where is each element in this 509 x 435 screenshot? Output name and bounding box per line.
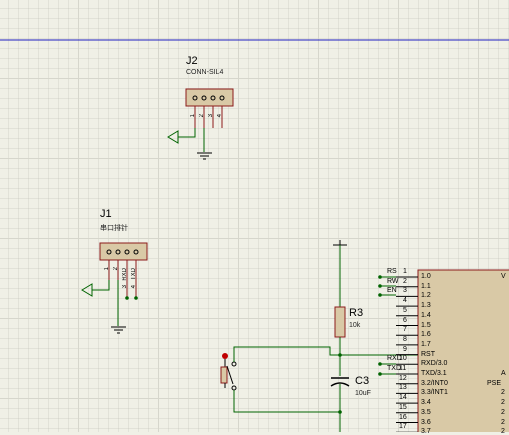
j1-pin-2-number: 2: [113, 267, 119, 271]
mcu-pin-5-number: 5: [403, 306, 407, 314]
mcu-right-pin-fragment: 2: [501, 418, 505, 426]
mcu-pin-15-name: 3.5: [421, 408, 431, 416]
mcu-pin-2-name: 1.1: [421, 282, 431, 290]
j2-pin-2-number: 2: [199, 114, 205, 118]
mcu-pin-14-number: 14: [399, 394, 407, 402]
mcu-pin-4-name: 1.3: [421, 302, 431, 310]
mcu-pin-5-name: 1.4: [421, 311, 431, 319]
mcu-pin-6-number: 6: [403, 316, 407, 324]
j2-value: CONN-SIL4: [186, 69, 224, 76]
r3-refdes: R3: [349, 307, 364, 319]
mcu-pin-14-name: 3.4: [421, 399, 431, 407]
net-label-rw[interactable]: RW: [387, 278, 399, 285]
mcu-pin-11-name: TXD/3.1: [421, 370, 447, 377]
mcu-right-pin-fragment: A: [501, 370, 506, 377]
mcu-pin-7-name: 1.6: [421, 331, 431, 339]
mcu-pin-12-number: 12: [399, 374, 407, 382]
j2-pin-4-number: 4: [217, 114, 223, 118]
mcu-pin-12-name: 3.2/INT0: [421, 379, 448, 387]
j1-pin-1-number: 1: [104, 267, 110, 271]
mcu-pin-1-number: 1: [403, 268, 407, 275]
mcu-pin-16-number: 16: [399, 413, 407, 421]
mcu-pin-8-number: 8: [403, 335, 407, 343]
j2-terminal-arrow-icon[interactable]: [167, 130, 179, 144]
j2-pin-1-number: 1: [190, 114, 196, 118]
net-label-txd[interactable]: TXD: [387, 365, 401, 372]
j2-refdes: J2: [186, 55, 198, 67]
mcu-pin-9-name: RST: [421, 350, 435, 358]
mcu-pin-13-name: 3.3/INT1: [421, 389, 448, 397]
mcu-pin-9-number: 9: [403, 345, 407, 353]
j1-refdes: J1: [100, 208, 112, 220]
mcu-pin-6-name: 1.5: [421, 321, 431, 329]
c3-value: 10uF: [355, 390, 371, 397]
j1-pin-3-number: 3: [122, 285, 128, 289]
net-label-en[interactable]: EN: [387, 287, 397, 294]
mcu-right-pin-fragment: 2: [501, 399, 505, 407]
vcc-power-icon[interactable]: [333, 240, 347, 246]
r3-resistor[interactable]: [334, 306, 346, 338]
mcu-pin-3-number: 3: [403, 287, 407, 295]
j2-pin-3-number: 3: [208, 114, 214, 118]
j1-terminal-arrow-icon[interactable]: [81, 283, 93, 297]
mcu-pin-17-number: 17: [399, 423, 407, 431]
j1-ground-icon[interactable]: [111, 326, 126, 334]
net-label-rs[interactable]: RS: [387, 268, 397, 275]
j2-connector[interactable]: [185, 88, 234, 128]
mcu-pin-7-number: 7: [403, 326, 407, 334]
mcu-pin-13-number: 13: [399, 384, 407, 392]
mcu-pin-2-number: 2: [403, 277, 407, 285]
mcu-right-pin-fragment: V: [501, 273, 506, 280]
j2-ground-icon[interactable]: [197, 152, 212, 160]
mcu-pin-16-name: 3.6: [421, 418, 431, 426]
mcu-pin-3-name: 1.2: [421, 292, 431, 300]
mcu-pin-15-number: 15: [399, 403, 407, 411]
c3-refdes: C3: [355, 375, 370, 387]
j2-wiring: [178, 128, 205, 152]
mcu-pin-4-number: 4: [403, 297, 407, 305]
mcu-right-pin-fragment: PSE: [487, 379, 502, 387]
j1-pin-rxd-label: RXD: [122, 268, 128, 281]
j1-pin-txd-label: TXD: [131, 268, 137, 280]
mcu-pin-10-name: RXD/3.0: [421, 360, 448, 368]
j1-pin-4-number: 4: [131, 285, 137, 289]
r3-value: 10k: [349, 322, 361, 329]
mcu-pin-8-name: 1.7: [421, 340, 431, 348]
net-label-rxd[interactable]: RXD: [387, 355, 402, 362]
mcu-pin-1-name: 1.0: [421, 273, 431, 280]
mcu-right-pin-fragment: 2: [501, 389, 505, 397]
mcu-right-pin-fragment: 2: [501, 408, 505, 416]
j1-value: 串口排针: [100, 225, 128, 232]
